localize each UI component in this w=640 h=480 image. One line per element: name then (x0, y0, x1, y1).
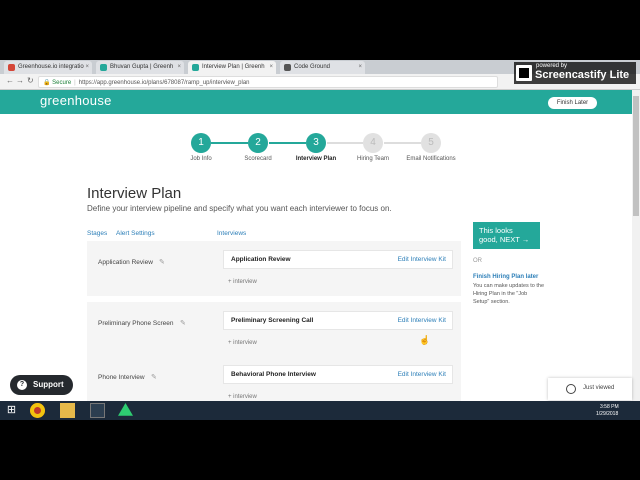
step-connector (211, 142, 248, 144)
just-viewed-widget[interactable]: Just viewed (548, 378, 632, 400)
media-app-icon[interactable] (90, 403, 105, 418)
tray-date[interactable]: 1/29/2018 (596, 411, 618, 417)
close-tab-icon[interactable]: × (85, 61, 89, 74)
page-scrollbar[interactable] (632, 90, 640, 401)
chrome-icon[interactable] (30, 403, 45, 418)
back-icon[interactable]: ← (6, 76, 14, 85)
step-2-circle[interactable]: 2 (248, 133, 268, 153)
browser-tab-1[interactable]: Greenhouse.io integratio × (4, 61, 92, 74)
tab-label: Code Ground (294, 64, 331, 70)
next-button[interactable]: This looks good, NEXT → (473, 222, 540, 249)
film-icon (516, 65, 532, 81)
pencil-icon[interactable]: ✎ (159, 258, 165, 266)
help-icon: ? (17, 380, 27, 390)
next-button-line2: good, NEXT → (479, 235, 530, 244)
interview-title: Application Review (231, 256, 291, 263)
greenhouse-favicon-icon (192, 64, 199, 71)
greenhouse-logo[interactable]: greenhouse (40, 93, 112, 108)
browser-tab-2[interactable]: Bhuvan Gupta | Greenh × (96, 61, 184, 74)
letterbox-bottom (0, 420, 640, 480)
stages-link[interactable]: Stages (87, 230, 107, 237)
finish-later-button[interactable]: Finish Later (548, 97, 597, 109)
step-4-circle: 4 (363, 133, 383, 153)
close-tab-icon[interactable]: × (358, 61, 362, 74)
clock-icon (566, 384, 576, 394)
step-5-label: Email Notifications (406, 156, 456, 162)
letterbox-top (0, 0, 640, 60)
url-input[interactable]: 🔒 Secure | https://app.greenhouse.io/plans… (38, 76, 498, 88)
pencil-icon[interactable]: ✎ (151, 373, 157, 381)
add-interview-link[interactable]: + interview (228, 279, 257, 285)
add-interview-link[interactable]: + interview (228, 340, 257, 346)
step-connector (269, 142, 306, 144)
watermark-name: Screencastify Lite (535, 69, 630, 81)
stage-name: Application Review (98, 259, 153, 266)
browser-tab-3[interactable]: Interview Plan | Greenh × (188, 61, 276, 74)
interview-card[interactable]: Behavioral Phone Interview Edit Intervie… (223, 365, 453, 384)
finish-later-note: You can make updates to the Hiring Plan … (473, 283, 545, 305)
mouse-cursor-icon: ☝ (419, 335, 431, 345)
interview-card[interactable]: Preliminary Screening Call Edit Intervie… (223, 311, 453, 330)
interview-title: Preliminary Screening Call (231, 317, 314, 324)
close-tab-icon[interactable]: × (177, 61, 181, 74)
or-divider: OR (473, 258, 482, 264)
edit-interview-kit-link[interactable]: Edit Interview Kit (398, 317, 446, 324)
add-interview-link[interactable]: + interview (228, 394, 257, 400)
support-button[interactable]: ? Support (10, 375, 73, 395)
next-button-line1: This looks (479, 226, 513, 235)
tab-label: Greenhouse.io integratio (18, 64, 84, 70)
forward-icon[interactable]: → (16, 76, 24, 85)
tab-label: Bhuvan Gupta | Greenh (110, 64, 174, 70)
secure-label: Secure (52, 80, 72, 86)
close-tab-icon[interactable]: × (269, 61, 273, 74)
file-explorer-icon[interactable] (60, 403, 75, 418)
stage-name: Phone Interview (98, 374, 145, 381)
gmail-icon (8, 64, 15, 71)
page-subtitle: Define your interview pipeline and speci… (87, 204, 392, 213)
tray-time[interactable]: 3:58 PM (600, 404, 619, 410)
step-3-circle[interactable]: 3 (306, 133, 326, 153)
windows-start-icon[interactable]: ⊞ (4, 403, 19, 418)
just-viewed-label: Just viewed (583, 385, 615, 391)
edit-interview-kit-link[interactable]: Edit Interview Kit (398, 371, 446, 378)
tab-label: Interview Plan | Greenh (202, 64, 265, 70)
greenhouse-favicon-icon (100, 64, 107, 71)
step-connector (327, 142, 363, 144)
interview-card[interactable]: Application Review Edit Interview Kit (223, 250, 453, 269)
alert-settings-link[interactable]: Alert Settings (116, 230, 155, 237)
page-title: Interview Plan (87, 185, 182, 202)
interview-title: Behavioral Phone Interview (231, 371, 316, 378)
scrollbar-thumb[interactable] (633, 96, 639, 216)
step-5-circle: 5 (421, 133, 441, 153)
code-ground-favicon-icon (284, 64, 291, 71)
lock-icon: 🔒 (43, 80, 51, 86)
step-connector (384, 142, 421, 144)
interviews-link[interactable]: Interviews (217, 230, 246, 237)
url-separator: | (74, 80, 76, 86)
step-1-circle[interactable]: 1 (191, 133, 211, 153)
url-text: https://app.greenhouse.io/plans/678087/r… (78, 80, 250, 86)
pencil-icon[interactable]: ✎ (180, 319, 186, 327)
support-label: Support (33, 380, 64, 389)
finish-later-link[interactable]: Finish Hiring Plan later (473, 274, 538, 280)
main-content: 1 2 3 4 5 Job Info Scorecard Interview P… (0, 114, 632, 401)
reload-icon[interactable]: ↻ (27, 76, 34, 85)
screencastify-watermark: powered by Screencastify Lite (514, 62, 636, 84)
stage-name: Preliminary Phone Screen (98, 320, 174, 327)
edit-interview-kit-link[interactable]: Edit Interview Kit (398, 256, 446, 263)
browser-tab-4[interactable]: Code Ground × (280, 61, 365, 74)
